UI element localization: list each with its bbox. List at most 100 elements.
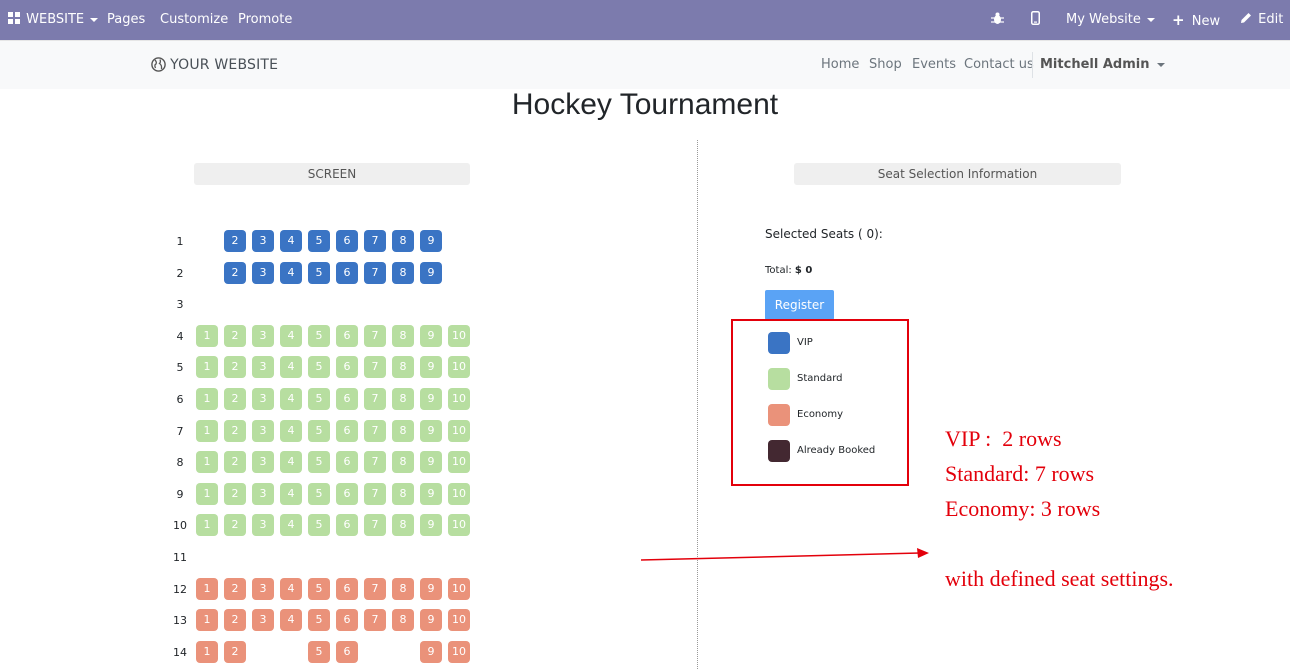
seat-economy[interactable]: 9 [420, 641, 442, 663]
seat-economy[interactable]: 6 [336, 641, 358, 663]
seat-standard[interactable]: 5 [308, 483, 330, 505]
seat-economy[interactable]: 3 [252, 609, 274, 631]
seat-standard[interactable]: 6 [336, 451, 358, 473]
seat-standard[interactable]: 2 [224, 483, 246, 505]
seat-standard[interactable]: 8 [392, 451, 414, 473]
seat-standard[interactable]: 9 [420, 356, 442, 378]
seat-standard[interactable]: 5 [308, 514, 330, 536]
seat-standard[interactable]: 3 [252, 451, 274, 473]
seat-vip[interactable]: 6 [336, 262, 358, 284]
user-menu[interactable]: Mitchell Admin [1040, 41, 1166, 89]
mobile-preview-button[interactable] [1031, 0, 1040, 40]
seat-standard[interactable]: 2 [224, 325, 246, 347]
seat-standard[interactable]: 7 [364, 483, 386, 505]
seat-standard[interactable]: 2 [224, 356, 246, 378]
seat-economy[interactable]: 7 [364, 609, 386, 631]
seat-vip[interactable]: 5 [308, 262, 330, 284]
seat-standard[interactable]: 6 [336, 325, 358, 347]
customize-menu[interactable]: Customize [160, 0, 228, 40]
seat-economy[interactable]: 6 [336, 578, 358, 600]
nav-link-events[interactable]: Events [912, 41, 956, 89]
nav-link-contact-us[interactable]: Contact us [964, 41, 1034, 89]
seat-standard[interactable]: 9 [420, 325, 442, 347]
seat-standard[interactable]: 1 [196, 514, 218, 536]
seat-economy[interactable]: 2 [224, 609, 246, 631]
seat-economy[interactable]: 9 [420, 609, 442, 631]
seat-vip[interactable]: 4 [280, 262, 302, 284]
seat-standard[interactable]: 3 [252, 483, 274, 505]
seat-economy[interactable]: 1 [196, 609, 218, 631]
seat-standard[interactable]: 1 [196, 420, 218, 442]
seat-standard[interactable]: 1 [196, 483, 218, 505]
seat-vip[interactable]: 6 [336, 230, 358, 252]
seat-standard[interactable]: 4 [280, 514, 302, 536]
seat-economy[interactable]: 1 [196, 578, 218, 600]
seat-standard[interactable]: 8 [392, 483, 414, 505]
seat-standard[interactable]: 8 [392, 325, 414, 347]
nav-link-home[interactable]: Home [821, 41, 859, 89]
seat-economy[interactable]: 6 [336, 609, 358, 631]
seat-standard[interactable]: 10 [448, 451, 470, 473]
debug-button[interactable] [991, 0, 1004, 40]
seat-vip[interactable]: 3 [252, 262, 274, 284]
seat-standard[interactable]: 3 [252, 514, 274, 536]
seat-economy[interactable]: 4 [280, 609, 302, 631]
my-website-menu[interactable]: My Website [1066, 0, 1155, 40]
seat-economy[interactable]: 8 [392, 578, 414, 600]
seat-standard[interactable]: 5 [308, 420, 330, 442]
seat-standard[interactable]: 8 [392, 356, 414, 378]
seat-economy[interactable]: 8 [392, 609, 414, 631]
seat-standard[interactable]: 4 [280, 451, 302, 473]
seat-standard[interactable]: 2 [224, 420, 246, 442]
seat-standard[interactable]: 9 [420, 451, 442, 473]
seat-economy[interactable]: 4 [280, 578, 302, 600]
seat-vip[interactable]: 7 [364, 262, 386, 284]
seat-standard[interactable]: 6 [336, 420, 358, 442]
seat-standard[interactable]: 10 [448, 420, 470, 442]
seat-economy[interactable]: 2 [224, 578, 246, 600]
seat-standard[interactable]: 6 [336, 388, 358, 410]
seat-standard[interactable]: 1 [196, 388, 218, 410]
seat-standard[interactable]: 6 [336, 514, 358, 536]
seat-standard[interactable]: 9 [420, 483, 442, 505]
seat-vip[interactable]: 7 [364, 230, 386, 252]
seat-standard[interactable]: 2 [224, 514, 246, 536]
seat-vip[interactable]: 5 [308, 230, 330, 252]
seat-standard[interactable]: 9 [420, 388, 442, 410]
seat-standard[interactable]: 5 [308, 451, 330, 473]
register-button[interactable]: Register [765, 290, 834, 320]
seat-standard[interactable]: 8 [392, 514, 414, 536]
seat-vip[interactable]: 9 [420, 230, 442, 252]
seat-standard[interactable]: 3 [252, 356, 274, 378]
seat-standard[interactable]: 2 [224, 451, 246, 473]
seat-standard[interactable]: 7 [364, 451, 386, 473]
seat-economy[interactable]: 1 [196, 641, 218, 663]
new-button[interactable]: + New [1172, 0, 1220, 40]
seat-standard[interactable]: 10 [448, 356, 470, 378]
seat-vip[interactable]: 8 [392, 230, 414, 252]
seat-standard[interactable]: 7 [364, 325, 386, 347]
seat-economy[interactable]: 5 [308, 578, 330, 600]
site-logo[interactable]: YOUR WEBSITE [151, 41, 278, 89]
seat-standard[interactable]: 7 [364, 388, 386, 410]
seat-standard[interactable]: 7 [364, 420, 386, 442]
seat-vip[interactable]: 3 [252, 230, 274, 252]
seat-standard[interactable]: 10 [448, 483, 470, 505]
seat-standard[interactable]: 4 [280, 388, 302, 410]
seat-standard[interactable]: 4 [280, 356, 302, 378]
seat-vip[interactable]: 4 [280, 230, 302, 252]
seat-standard[interactable]: 2 [224, 388, 246, 410]
seat-vip[interactable]: 8 [392, 262, 414, 284]
seat-standard[interactable]: 1 [196, 325, 218, 347]
seat-standard[interactable]: 1 [196, 451, 218, 473]
seat-economy[interactable]: 10 [448, 609, 470, 631]
pages-menu[interactable]: Pages [107, 0, 145, 40]
seat-standard[interactable]: 9 [420, 514, 442, 536]
seat-standard[interactable]: 5 [308, 356, 330, 378]
seat-economy[interactable]: 10 [448, 578, 470, 600]
seat-economy[interactable]: 5 [308, 641, 330, 663]
seat-economy[interactable]: 5 [308, 609, 330, 631]
seat-standard[interactable]: 8 [392, 420, 414, 442]
seat-standard[interactable]: 3 [252, 325, 274, 347]
nav-link-shop[interactable]: Shop [869, 41, 902, 89]
